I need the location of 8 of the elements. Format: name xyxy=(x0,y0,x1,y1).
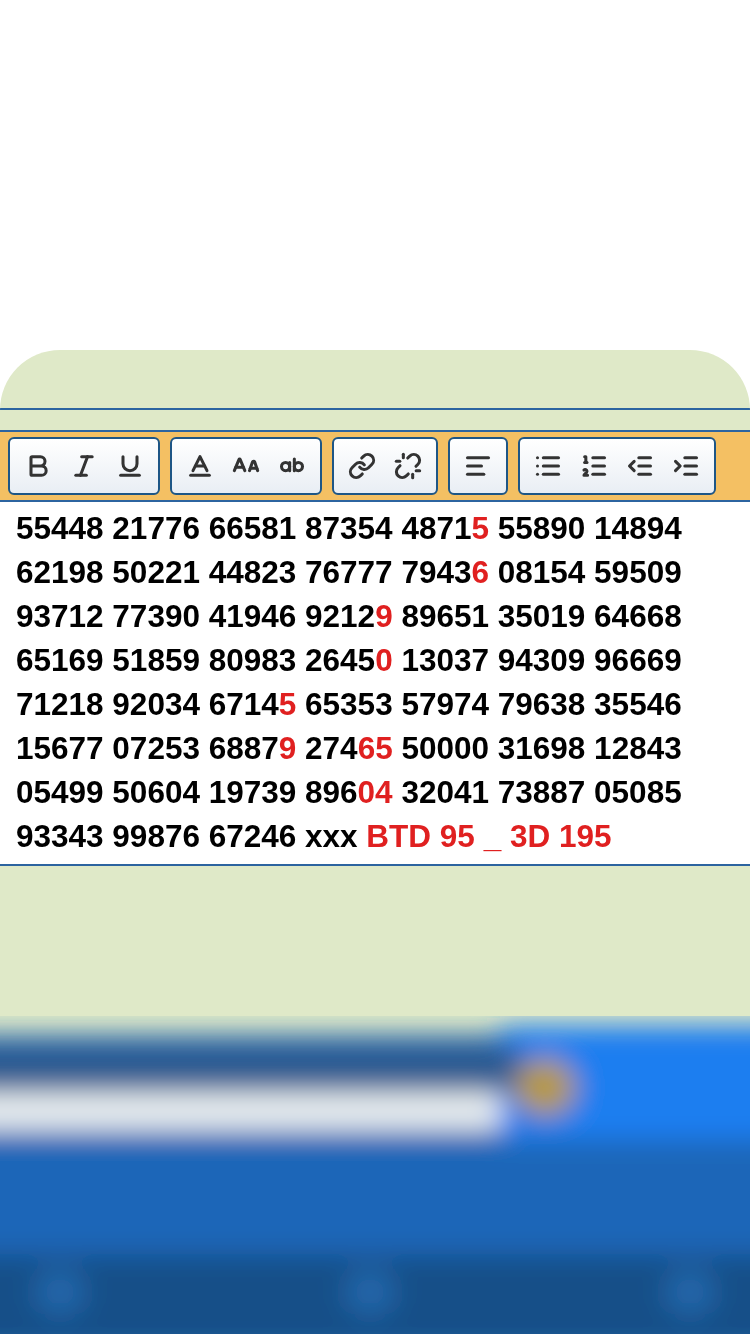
text-line: 93343 99876 67246 xxx BTD 95 _ 3D 195 xyxy=(16,817,613,856)
text-line: 62198 50221 44823 76777 79436 08154 59509 xyxy=(16,553,683,592)
text-line: 15677 07253 68879 27465 50000 31698 12843 xyxy=(16,729,683,768)
text-line: 55448 21776 66581 87354 48715 55890 14894 xyxy=(16,509,683,548)
text-line: 05499 50604 19739 89604 32041 73887 05085 xyxy=(16,773,683,812)
text-line: 65169 51859 80983 26450 13037 94309 96669 xyxy=(16,641,683,680)
text-line: 93712 77390 41946 92129 89651 35019 64668 xyxy=(16,597,683,636)
text-line: 71218 92034 67145 65353 57974 79638 35546 xyxy=(16,685,683,724)
